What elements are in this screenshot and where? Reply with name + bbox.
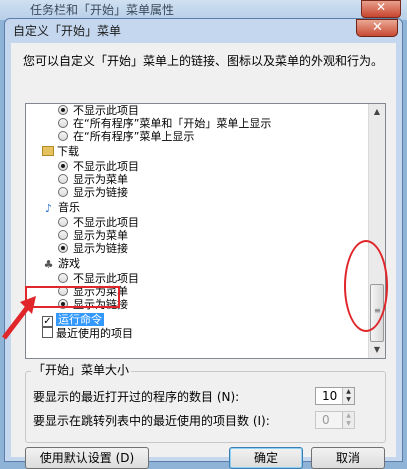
cancel-button[interactable]: 取消 — [311, 447, 385, 469]
recent-programs-label: 要显示的最近打开过的程序的数目 (N): — [33, 390, 240, 404]
list-item[interactable]: 不显示此项目 — [58, 216, 139, 229]
radio-button[interactable] — [58, 187, 68, 197]
start-menu-items-list[interactable]: 不显示此项目 在“所有程序”菜单和「开始」菜单上显示 在“所有程序”菜单上显示 … — [25, 103, 386, 359]
background-window-titlebar: 任务栏和「开始」菜单属性 ✕ — [0, 0, 407, 20]
list-item-recent-items[interactable]: 最近使用的项目 — [42, 327, 133, 340]
scroll-up-arrow-icon[interactable]: ▲ — [369, 104, 385, 120]
checkbox-unchecked[interactable] — [42, 327, 53, 338]
radio-button[interactable] — [58, 230, 68, 240]
annotation-highlight-ellipse — [344, 240, 388, 332]
dialog-title: 自定义「开始」菜单 — [13, 24, 122, 38]
dialog-description: 您可以自定义「开始」菜单上的链接、图标以及菜单的外观和行为。 — [23, 54, 384, 68]
list-item[interactable]: 不显示此项目 — [58, 272, 139, 285]
use-default-settings-button[interactable]: 使用默认设置 (D) — [25, 447, 149, 469]
dialog-client-area: 您可以自定义「开始」菜单上的链接、图标以及菜单的外观和行为。 不显示此项目 在“… — [11, 43, 396, 469]
checkbox-checked[interactable]: ✓ — [42, 316, 53, 327]
list-item[interactable]: 显示为菜单 — [58, 173, 128, 186]
chevron-up-icon: ▲ — [346, 388, 351, 395]
list-item[interactable]: 在“所有程序”菜单和「开始」菜单上显示 — [58, 117, 271, 130]
chevron-down-icon: ▼ — [346, 420, 351, 427]
music-note-icon: ♪ — [44, 202, 53, 215]
radio-button[interactable] — [58, 131, 68, 141]
background-close-button[interactable]: ✕ — [361, 0, 401, 18]
dialog-titlebar: 自定义「开始」菜单 ✕ — [5, 19, 402, 41]
list-item[interactable]: 显示为链接 — [58, 186, 128, 199]
game-icon: ♣ — [43, 258, 54, 271]
stepper-arrows[interactable]: ▲ ▼ — [342, 388, 354, 404]
list-item[interactable]: 显示为菜单 — [58, 229, 128, 242]
radio-button[interactable] — [58, 243, 68, 253]
dialog-close-button[interactable]: ✕ — [356, 19, 398, 37]
jump-list-items-stepper[interactable]: 0 ▲ ▼ — [315, 411, 355, 429]
radio-button[interactable] — [58, 118, 68, 128]
ok-button[interactable]: 确定 — [229, 447, 303, 469]
start-menu-size-legend: 「开始」菜单大小 — [31, 361, 132, 378]
close-icon: ✕ — [372, 20, 383, 35]
radio-button[interactable] — [58, 217, 68, 227]
stepper-arrows[interactable]: ▲ ▼ — [342, 412, 354, 428]
list-item[interactable]: 不显示此项目 — [58, 104, 139, 117]
radio-button[interactable] — [58, 161, 68, 171]
category-games: ♣ 游戏 — [43, 257, 80, 271]
radio-button[interactable] — [58, 105, 68, 115]
list-item[interactable]: 不显示此项目 — [58, 160, 139, 173]
list-item-run-command[interactable]: ✓ 运行命令 — [42, 313, 104, 327]
category-music: ♪ 音乐 — [42, 201, 80, 214]
jump-list-items-label: 要显示在跳转列表中的最近使用的项目数 (I): — [33, 414, 270, 428]
scroll-down-arrow-icon[interactable]: ▼ — [369, 342, 385, 358]
list-item[interactable]: 在“所有程序”菜单上显示 — [58, 130, 194, 143]
customize-start-menu-dialog: 自定义「开始」菜单 ✕ 您可以自定义「开始」菜单上的链接、图标以及菜单的外观和行… — [4, 18, 403, 469]
radio-button[interactable] — [58, 174, 68, 184]
category-downloads: 下载 — [42, 145, 79, 158]
folder-icon — [42, 146, 54, 156]
start-menu-size-group — [25, 371, 386, 443]
annotation-arrow-icon — [2, 296, 36, 340]
radio-button[interactable] — [58, 273, 68, 283]
close-icon: ✕ — [376, 0, 387, 14]
chevron-up-icon: ▲ — [346, 412, 351, 419]
background-window-title: 任务栏和「开始」菜单属性 — [30, 3, 175, 17]
chevron-down-icon: ▼ — [346, 396, 351, 403]
list-item[interactable]: 显示为链接 — [58, 242, 128, 255]
recent-programs-stepper[interactable]: 10 ▲ ▼ — [315, 387, 355, 405]
